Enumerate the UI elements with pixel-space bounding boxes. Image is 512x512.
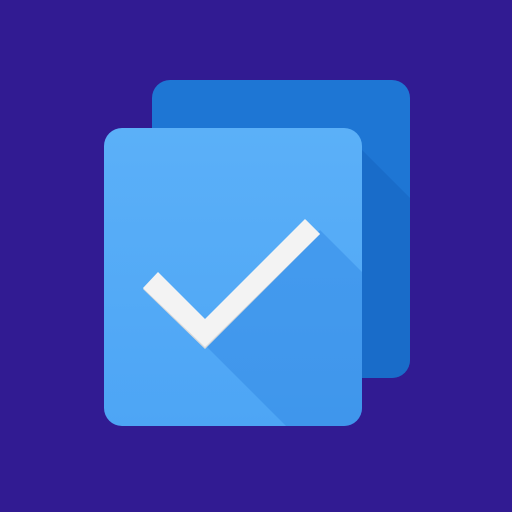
app-icon bbox=[0, 0, 512, 512]
front-card bbox=[104, 128, 362, 426]
icon-artwork bbox=[0, 0, 512, 512]
